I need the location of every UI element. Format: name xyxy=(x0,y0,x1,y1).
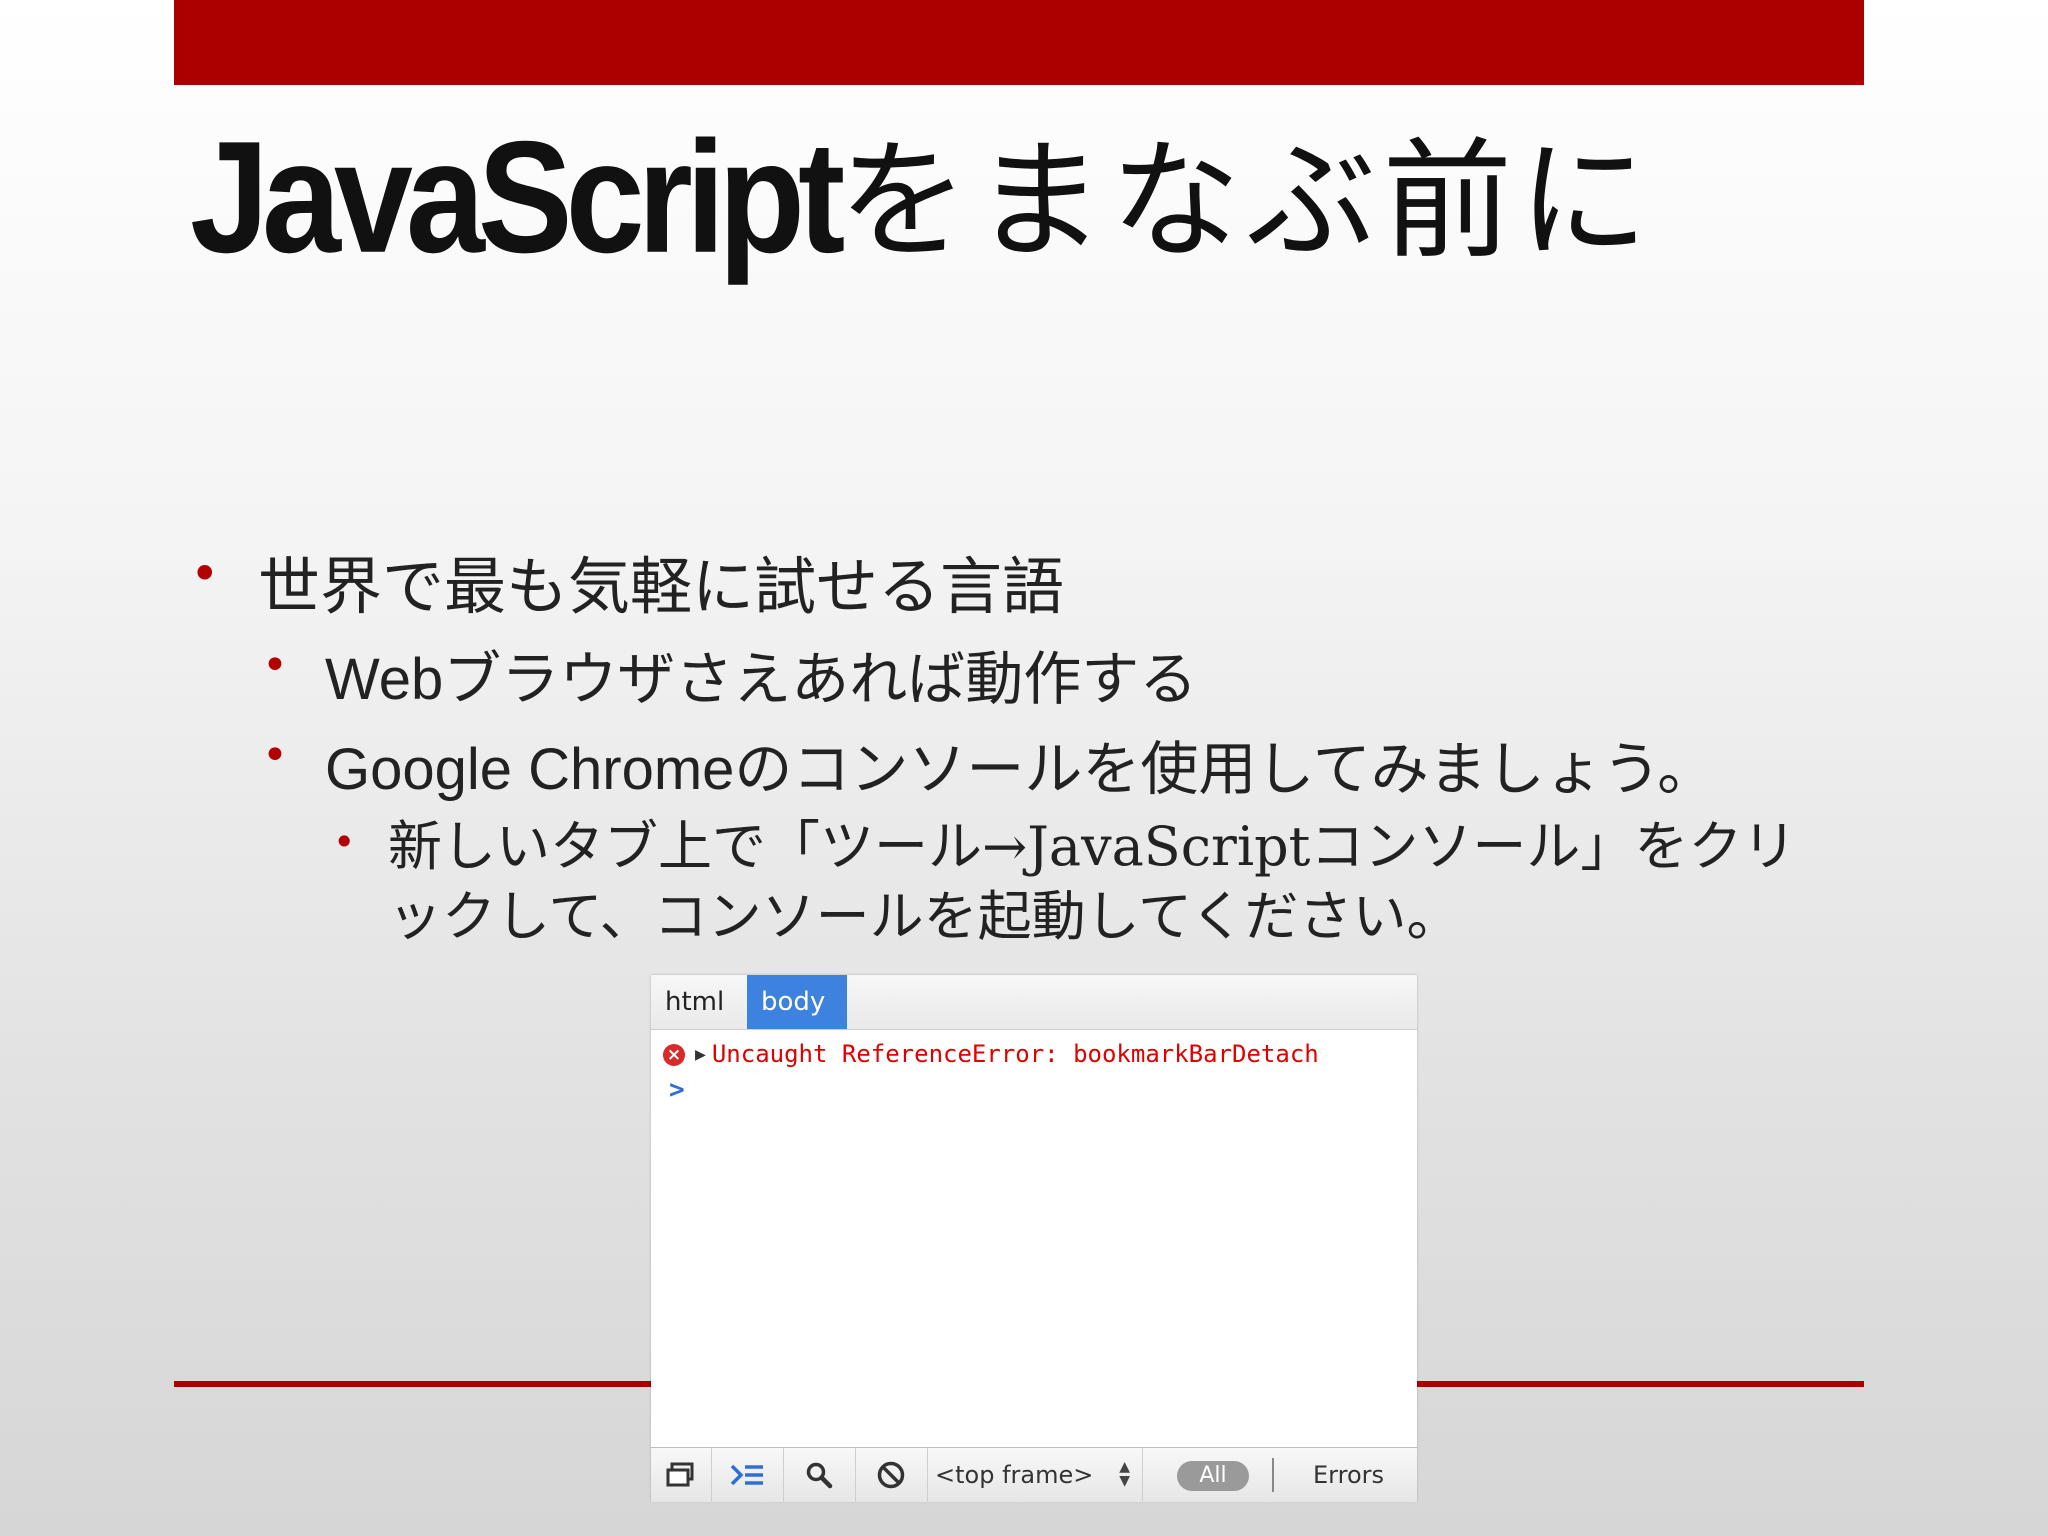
expand-triangle-icon[interactable]: ▶ xyxy=(695,1044,706,1065)
console-prompt-icon xyxy=(730,1464,763,1486)
bullet-level1: 世界で最も気軽に試せる言語 xyxy=(258,550,1065,623)
console-error-message: × ▶ Uncaught ReferenceError: bookmarkBarDe… xyxy=(663,1037,1415,1071)
search-icon xyxy=(806,1462,833,1489)
show-console-button[interactable] xyxy=(711,1448,784,1502)
bullet-level2: Google Chromeのコンソールを使用してみましょう。 xyxy=(325,737,1716,802)
bullet-marker: • xyxy=(262,730,288,781)
breadcrumb-body[interactable]: body xyxy=(747,975,847,1029)
slide-title-latin: JavaScript xyxy=(190,108,845,287)
top-accent-bar xyxy=(174,0,1864,85)
console-toolbar: <top frame> ▲ ▼ All Errors xyxy=(651,1447,1417,1502)
bullet-marker: • xyxy=(262,640,288,691)
toolbar-divider xyxy=(1272,1458,1274,1492)
select-arrows-icon: ▲ ▼ xyxy=(1119,1459,1130,1489)
filter-all-button[interactable]: All xyxy=(1177,1461,1249,1491)
error-x-icon: × xyxy=(663,1044,685,1066)
bullet-level2: Webブラウザさえあれば動作する xyxy=(325,647,1198,712)
bullet-marker: • xyxy=(333,820,356,864)
search-button[interactable] xyxy=(783,1448,856,1502)
devtools-console-screenshot: html body × ▶ Uncaught ReferenceError: boo… xyxy=(651,975,1417,1502)
slide-title-japanese: をまなぶ前に xyxy=(838,125,1655,277)
bullet-level3: 新しいタブ上で「ツール→JavaScriptコンソール」をクリックして、コンソー… xyxy=(388,815,1797,948)
console-prompt[interactable]: > xyxy=(669,1075,685,1105)
error-text: Uncaught ReferenceError: bookmarkBarDeta… xyxy=(711,1040,1319,1068)
bullet-marker: • xyxy=(190,545,220,603)
frame-selector[interactable]: <top frame> ▲ ▼ xyxy=(927,1448,1143,1502)
filter-errors-button[interactable]: Errors xyxy=(1313,1448,1384,1502)
slide-title: JavaScriptをまなぶ前に xyxy=(190,102,1690,297)
dock-window-icon xyxy=(666,1462,694,1487)
block-icon xyxy=(877,1461,905,1489)
frame-selector-value: <top frame> xyxy=(935,1461,1094,1489)
clear-console-button[interactable] xyxy=(855,1448,928,1502)
element-breadcrumb: html body xyxy=(651,975,1417,1030)
dock-toggle-button[interactable] xyxy=(651,1448,712,1502)
breadcrumb-html[interactable]: html xyxy=(651,975,738,1029)
